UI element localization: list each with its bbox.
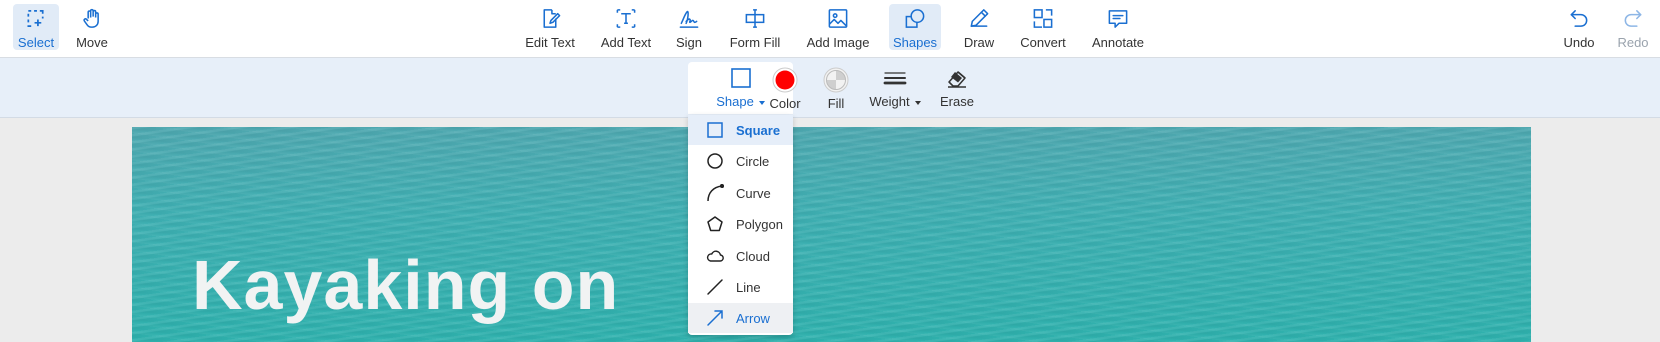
signature-icon (679, 10, 699, 28)
select-icon (27, 9, 44, 28)
shape-option-circle[interactable]: Circle (688, 146, 793, 176)
draw-tool-button[interactable]: Draw (960, 4, 998, 50)
image-icon (828, 9, 848, 28)
select-tool-label: Select (17, 35, 55, 50)
shape-option-line[interactable]: Line (688, 272, 793, 302)
edit-text-tool-label: Edit Text (525, 35, 575, 50)
add-text-tool-button[interactable]: Add Text (598, 4, 654, 50)
shape-option-polygon[interactable]: Polygon (688, 209, 793, 239)
redo-button[interactable]: Redo (1611, 4, 1655, 50)
shape-option-label: Circle (736, 153, 770, 169)
fill-button[interactable]: Fill (816, 62, 856, 114)
shape-option-label: Line (736, 279, 761, 295)
document-page[interactable]: Kayaking on (132, 127, 1531, 342)
comment-icon (1108, 10, 1128, 28)
undo-button[interactable]: Undo (1557, 4, 1601, 50)
color-swatch-icon (772, 67, 798, 93)
circle-icon (707, 153, 723, 169)
annotate-tool-button[interactable]: Annotate (1085, 4, 1151, 50)
shapes-tool-button[interactable]: Shapes (889, 4, 941, 50)
convert-tool-button[interactable]: Convert (1016, 4, 1070, 50)
shape-options-toolbar: Shape Color Fill Weight Erase (0, 58, 1660, 118)
select-tool-button[interactable]: Select (13, 4, 59, 50)
transparent-fill-icon (823, 67, 849, 93)
hand-icon (83, 8, 99, 28)
shape-option-cloud[interactable]: Cloud (688, 241, 793, 271)
form-fill-icon (745, 9, 765, 28)
color-button[interactable]: Color (765, 62, 805, 114)
weight-button[interactable]: Weight (866, 62, 924, 114)
form-fill-tool-label: Form Fill (729, 35, 781, 50)
document-heading: Kayaking on (192, 246, 620, 324)
chevron-down-icon (914, 100, 921, 105)
edit-text-icon (543, 9, 561, 28)
redo-label: Redo (1617, 35, 1649, 50)
eraser-icon (948, 71, 966, 88)
undo-label: Undo (1563, 35, 1595, 50)
undo-icon (1570, 10, 1588, 27)
shape-option-label: Curve (736, 185, 771, 201)
line-icon (707, 279, 723, 295)
color-label: Color (769, 96, 801, 111)
sign-tool-button[interactable]: Sign (672, 4, 706, 50)
shape-type-label: Shape (716, 94, 754, 109)
cloud-icon (706, 250, 724, 262)
shape-option-label: Square (736, 122, 781, 138)
pencil-icon (970, 9, 989, 27)
chevron-down-icon (758, 100, 765, 105)
line-weight-icon (883, 72, 907, 85)
erase-button[interactable]: Erase (937, 62, 977, 114)
sign-tool-label: Sign (675, 35, 703, 50)
shape-type-dropdown: Square Circle Curve Polygon Cloud Line A… (688, 115, 793, 335)
move-tool-label: Move (76, 35, 108, 50)
shape-option-label: Arrow (736, 310, 770, 326)
draw-tool-label: Draw (963, 35, 995, 50)
convert-tool-label: Convert (1020, 35, 1066, 50)
redo-icon (1624, 10, 1642, 27)
erase-label: Erase (940, 94, 974, 109)
shapes-tool-label: Shapes (892, 35, 938, 50)
annotate-tool-label: Annotate (1091, 35, 1145, 50)
square-icon (707, 122, 723, 138)
add-image-tool-label: Add Image (806, 35, 870, 50)
add-text-tool-label: Add Text (600, 35, 652, 50)
main-toolbar: Select Move Edit Text Add Text Sign Form… (0, 0, 1660, 58)
convert-icon (1033, 9, 1053, 28)
square-icon (730, 68, 751, 88)
weight-label: Weight (869, 94, 910, 109)
fill-label: Fill (827, 96, 845, 111)
curve-icon (707, 184, 724, 202)
shape-option-label: Cloud (736, 248, 770, 264)
polygon-icon (707, 216, 723, 232)
shape-option-arrow[interactable]: Arrow (688, 303, 793, 333)
shapes-icon (905, 9, 925, 28)
shape-option-square[interactable]: Square (688, 115, 793, 145)
edit-text-tool-button[interactable]: Edit Text (521, 4, 579, 50)
shape-option-curve[interactable]: Curve (688, 178, 793, 208)
arrow-icon (707, 310, 723, 326)
shape-option-label: Polygon (736, 216, 783, 232)
move-tool-button[interactable]: Move (70, 4, 114, 50)
add-text-icon (616, 9, 636, 28)
add-image-tool-button[interactable]: Add Image (804, 4, 872, 50)
form-fill-tool-button[interactable]: Form Fill (727, 4, 783, 50)
